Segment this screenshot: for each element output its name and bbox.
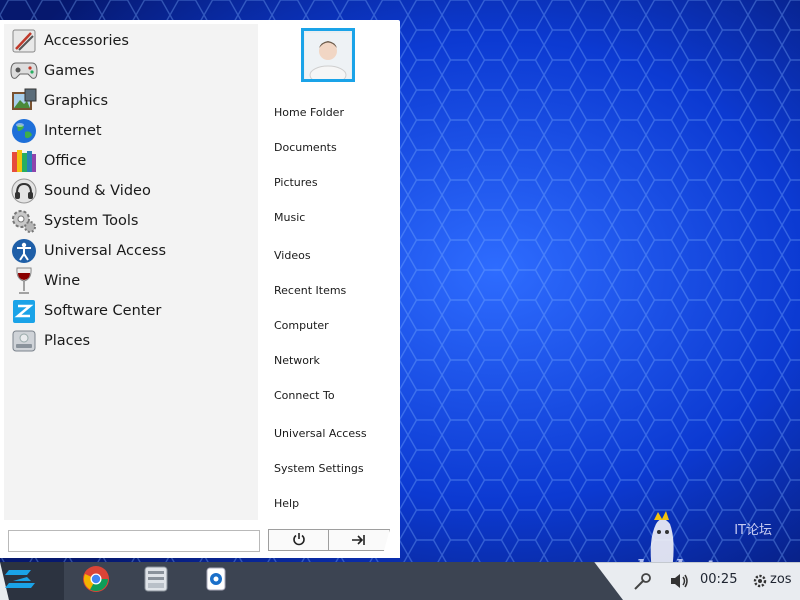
app-category-label: Games — [44, 63, 95, 79]
menu-search-input[interactable] — [8, 530, 260, 552]
logout-button[interactable] — [329, 529, 390, 551]
place-home-folder[interactable]: Home Folder — [274, 106, 344, 119]
session-buttons — [268, 529, 390, 551]
graphics-icon — [10, 87, 38, 115]
power-icon — [292, 531, 306, 550]
place-help[interactable]: Help — [274, 497, 299, 510]
gears-icon — [10, 207, 38, 235]
globe-icon — [10, 117, 38, 145]
app-category-office[interactable]: Office — [4, 146, 258, 176]
office-books-icon — [10, 147, 38, 175]
place-recent-items[interactable]: Recent Items — [274, 284, 346, 297]
zorin-logo-icon — [5, 568, 35, 594]
accessories-icon — [10, 27, 38, 55]
app-category-places[interactable]: Places — [4, 326, 258, 356]
logout-icon — [351, 531, 367, 550]
place-system-settings[interactable]: System Settings — [274, 462, 364, 475]
app-category-label: Wine — [44, 273, 81, 289]
place-videos[interactable]: Videos — [274, 249, 311, 262]
app-category-system-tools[interactable]: System Tools — [4, 206, 258, 236]
headphones-icon — [10, 177, 38, 205]
shutdown-button[interactable] — [268, 529, 329, 551]
app-categories-pane: Accessories Games Graphics Internet Offi… — [4, 24, 258, 520]
accessibility-icon — [10, 237, 38, 265]
app-category-label: Accessories — [44, 33, 129, 49]
app-category-software-center[interactable]: Software Center — [4, 296, 258, 326]
app-category-label: System Tools — [44, 213, 139, 229]
place-pictures[interactable]: Pictures — [274, 176, 318, 189]
app-category-wine[interactable]: Wine — [4, 266, 258, 296]
user-gear-icon[interactable] — [752, 562, 768, 600]
app-category-graphics[interactable]: Graphics — [4, 86, 258, 116]
taskbar-clock[interactable]: 00:25 — [700, 572, 737, 587]
taskbar-file-manager-button[interactable] — [140, 565, 172, 597]
user-avatar[interactable] — [301, 28, 355, 82]
app-category-label: Sound & Video — [44, 183, 151, 199]
app-category-label: Places — [44, 333, 91, 349]
place-music[interactable]: Music — [274, 211, 305, 224]
drive-icon — [10, 327, 38, 355]
app-category-universal-access[interactable]: Universal Access — [4, 236, 258, 266]
taskbar-software-center-button[interactable] — [200, 565, 232, 597]
gamepad-icon — [10, 57, 38, 85]
app-category-label: Graphics — [44, 93, 109, 109]
watermark-forum-text: IT论坛 — [734, 523, 772, 538]
place-documents[interactable]: Documents — [274, 141, 337, 154]
taskbar-user-name[interactable]: zos — [770, 572, 792, 587]
wine-glass-icon — [10, 267, 38, 295]
taskbar-chrome-button[interactable] — [80, 565, 112, 597]
app-category-games[interactable]: Games — [4, 56, 258, 86]
start-menu-button[interactable] — [4, 566, 36, 596]
place-connect-to[interactable]: Connect To — [274, 389, 335, 402]
taskbar-apps-area — [48, 562, 623, 600]
app-category-label: Office — [44, 153, 87, 169]
app-category-internet[interactable]: Internet — [4, 116, 258, 146]
start-menu: Accessories Games Graphics Internet Offi… — [0, 20, 400, 558]
place-network[interactable]: Network — [274, 354, 320, 367]
app-category-label: Software Center — [44, 303, 162, 319]
software-center-icon — [10, 297, 38, 325]
network-status-icon[interactable] — [632, 562, 654, 600]
app-category-accessories[interactable]: Accessories — [4, 26, 258, 56]
app-category-label: Universal Access — [44, 243, 167, 259]
app-category-label: Internet — [44, 123, 102, 139]
places-pane: Home Folder Documents Pictures Music Vid… — [260, 20, 400, 558]
chrome-icon — [82, 565, 110, 597]
volume-icon[interactable] — [668, 562, 690, 600]
file-manager-icon — [143, 565, 169, 597]
place-universal-access[interactable]: Universal Access — [274, 427, 367, 440]
app-category-sound-video[interactable]: Sound & Video — [4, 176, 258, 206]
place-computer[interactable]: Computer — [274, 319, 329, 332]
software-center-icon — [204, 566, 228, 596]
